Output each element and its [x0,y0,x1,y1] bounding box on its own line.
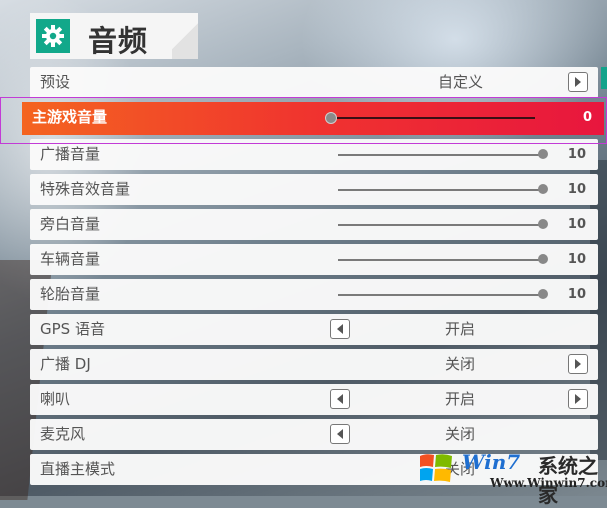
setting-row[interactable]: 喇叭 开启 [30,384,598,415]
volume-value: 10 [567,252,586,267]
setting-row[interactable]: 轮胎音量 10 [30,279,598,310]
prev-arrow-button[interactable] [330,389,350,409]
setting-label: 轮胎音量 [40,285,101,303]
volume-slider[interactable] [338,184,548,194]
windows-logo-icon [420,454,452,482]
slider-handle[interactable] [325,112,337,124]
setting-value: 开启 [445,390,476,408]
chevron-right-icon [575,359,581,369]
chevron-right-icon [575,77,581,87]
setting-label: 主游戏音量 [32,108,108,126]
scroll-indicator [601,67,607,89]
volume-value: 10 [567,287,586,302]
next-arrow-button[interactable] [568,72,588,92]
volume-slider[interactable] [338,289,548,299]
watermark-brand: Win7 [462,450,521,474]
setting-value: 自定义 [438,73,484,91]
setting-label: 车辆音量 [40,250,101,268]
chevron-left-icon [337,394,343,404]
slider-handle[interactable] [538,219,548,229]
setting-row[interactable]: 广播 DJ 关闭 [30,349,598,380]
setting-label: 麦克风 [40,425,86,443]
settings-list: 预设 自定义 主游戏音量 0 广播音量 10 特殊音效音量 10 旁白音量 10 车辆音量 10 轮胎音… [22,67,604,489]
setting-label: GPS 语音 [40,320,105,338]
volume-value: 10 [567,147,586,162]
slider-handle[interactable] [538,254,548,264]
setting-row[interactable]: 车辆音量 10 [30,244,598,275]
volume-slider[interactable] [338,219,548,229]
chevron-left-icon [337,429,343,439]
slider-handle[interactable] [538,289,548,299]
setting-label: 喇叭 [40,390,71,408]
page-header: 音频 [30,13,198,59]
setting-row[interactable]: 广播音量 10 [30,139,598,170]
setting-row[interactable]: 特殊音效音量 10 [30,174,598,205]
volume-value: 10 [567,217,586,232]
prev-arrow-button[interactable] [330,424,350,444]
setting-row[interactable]: 主游戏音量 0 [22,102,604,135]
setting-label: 预设 [40,73,71,91]
setting-label: 直播主模式 [40,460,116,478]
prev-arrow-button[interactable] [330,319,350,339]
setting-label: 广播音量 [40,145,101,163]
volume-slider[interactable] [338,149,548,159]
gear-icon [36,19,70,53]
setting-label: 特殊音效音量 [40,180,131,198]
slider-handle[interactable] [538,184,548,194]
volume-slider[interactable] [338,254,548,264]
setting-value: 开启 [445,320,476,338]
watermark: Win7 系统之家 Www.Winwin7.com [410,446,607,507]
slider-handle[interactable] [538,149,548,159]
volume-value: 10 [567,182,586,197]
setting-row[interactable]: 预设 自定义 [30,67,598,98]
next-arrow-button[interactable] [568,354,588,374]
page-title: 音频 [88,24,149,58]
volume-slider[interactable] [325,112,535,124]
setting-label: 广播 DJ [40,355,91,373]
chevron-right-icon [575,394,581,404]
setting-value: 关闭 [445,355,476,373]
setting-label: 旁白音量 [40,215,101,233]
watermark-url: Www.Winwin7.com [490,476,607,490]
volume-value: 0 [582,110,592,125]
chevron-left-icon [337,324,343,334]
setting-row[interactable]: GPS 语音 开启 [30,314,598,345]
setting-row[interactable]: 旁白音量 10 [30,209,598,240]
next-arrow-button[interactable] [568,389,588,409]
